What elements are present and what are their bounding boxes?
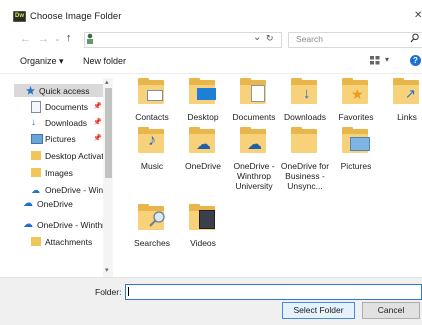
- user-folder-icon: [86, 33, 94, 44]
- tile-label: OneDrive: [185, 161, 221, 171]
- link-arrow-icon: ↗: [405, 86, 416, 101]
- folder-input[interactable]: [125, 284, 422, 300]
- search-icon[interactable]: [410, 33, 419, 45]
- onedrive-cloud-icon: ☁: [196, 136, 211, 153]
- nav-item-images[interactable]: Images: [45, 168, 73, 178]
- music-note-icon: ♪: [148, 132, 156, 149]
- tile-label: OneDrive for Business - Unsync...: [280, 161, 330, 191]
- forward-arrow-icon[interactable]: →: [38, 33, 49, 45]
- select-folder-button[interactable]: Select Folder: [282, 302, 355, 319]
- tile-label: Music: [140, 161, 164, 171]
- tile-label: Favorites: [338, 112, 374, 122]
- view-dropdown-icon[interactable]: ▾: [385, 55, 389, 64]
- nav-item-documents[interactable]: Documents: [45, 102, 88, 112]
- address-dropdown-icon[interactable]: ⌄: [253, 32, 261, 43]
- tile-label: Links: [397, 112, 417, 122]
- refresh-icon[interactable]: ↻: [266, 33, 274, 44]
- nav-scroll-thumb[interactable]: [105, 88, 112, 178]
- folder-label: Folder:: [95, 287, 122, 297]
- nav-item-downloads[interactable]: Downloads: [45, 118, 87, 128]
- folder-icon: [31, 168, 41, 177]
- nav-item-desktop-activati[interactable]: Desktop Activati: [45, 151, 103, 161]
- view-options-icon[interactable]: [370, 56, 380, 67]
- text-caret: [128, 287, 129, 296]
- onedrive-cloud-icon: ☁: [247, 136, 262, 153]
- desktop-monitor-icon: [197, 88, 216, 100]
- tile-label: Videos: [190, 238, 216, 248]
- new-folder-button[interactable]: New folder: [83, 56, 126, 66]
- onedrive-cloud-icon: ☁: [23, 198, 33, 209]
- magnifier-icon: [148, 210, 166, 230]
- onedrive-cloud-icon: ☁: [31, 185, 40, 195]
- download-arrow-icon: ↓: [303, 85, 311, 102]
- film-strip-icon: [199, 210, 215, 229]
- documents-icon: [31, 101, 41, 113]
- pictures-icon: [31, 134, 43, 144]
- scroll-down-icon[interactable]: ▾: [105, 266, 109, 274]
- tile-label: Desktop: [187, 112, 219, 122]
- nav-item-quick-access[interactable]: Quick access: [39, 86, 90, 96]
- downloads-arrow-icon: ↓: [31, 117, 36, 128]
- nav-item-attachments[interactable]: Attachments: [45, 237, 92, 247]
- pin-icon[interactable]: 📌: [93, 134, 102, 142]
- cancel-button[interactable]: Cancel: [362, 302, 420, 319]
- pin-icon[interactable]: 📌: [93, 102, 102, 110]
- tile-label: Contacts: [135, 112, 169, 122]
- recent-chevron-icon[interactable]: ⌄: [54, 34, 61, 43]
- folder-icon: [31, 237, 41, 246]
- scroll-up-icon[interactable]: ▴: [105, 78, 109, 86]
- help-icon[interactable]: ?: [410, 55, 421, 66]
- nav-item-onedrive-wint[interactable]: OneDrive - Wint: [45, 185, 103, 195]
- tile-label: Searches: [134, 238, 170, 248]
- tile-label: Documents: [232, 112, 276, 122]
- tile-label: Downloads: [283, 112, 327, 122]
- pin-icon[interactable]: 📌: [93, 118, 102, 126]
- nav-item-pictures[interactable]: Pictures: [45, 134, 76, 144]
- up-arrow-icon[interactable]: ↑: [66, 32, 72, 44]
- folder-icon: [31, 151, 41, 160]
- tile-label: Pictures: [340, 161, 372, 171]
- organize-menu[interactable]: Organize ▾: [20, 56, 64, 67]
- document-page-icon: [251, 85, 265, 102]
- window-title: Choose Image Folder: [30, 11, 122, 22]
- quick-access-star-icon: [26, 86, 35, 95]
- search-placeholder: Search: [296, 34, 323, 44]
- nav-item-onedrive-winthr[interactable]: OneDrive - Winthr: [37, 220, 105, 230]
- close-icon[interactable]: ✕: [414, 10, 422, 21]
- tile-label: OneDrive - Winthrop University: [233, 161, 275, 191]
- picture-landscape-icon: [350, 137, 370, 151]
- contacts-card-icon: [147, 90, 163, 101]
- app-icon: Dw: [13, 11, 26, 22]
- back-arrow-icon[interactable]: ←: [20, 33, 31, 45]
- star-icon: ★: [351, 86, 364, 102]
- nav-item-onedrive[interactable]: OneDrive: [37, 199, 73, 209]
- onedrive-cloud-icon: ☁: [23, 219, 33, 230]
